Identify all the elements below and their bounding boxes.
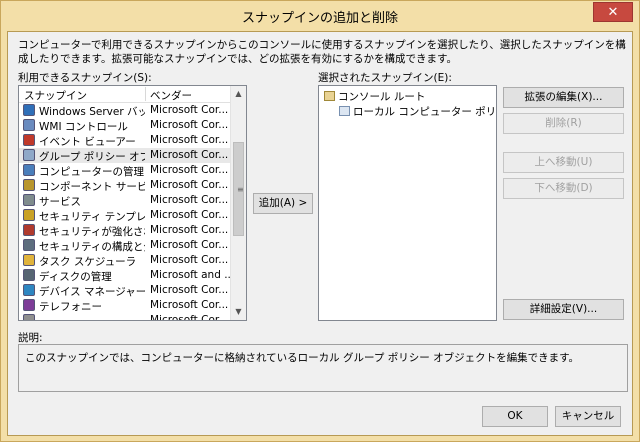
- snapin-vendor: Microsoft Cor...: [150, 104, 229, 116]
- table-row[interactable]: タスク スケジューラ Microsoft Cor...: [19, 253, 231, 268]
- table-row[interactable]: サービス Microsoft Cor...: [19, 193, 231, 208]
- policy-icon: [339, 106, 350, 116]
- snapin-name: セキュリティの構成と分析: [39, 241, 145, 253]
- advanced-button[interactable]: 詳細設定(V)...: [503, 299, 624, 320]
- snapin-vendor: Microsoft Cor...: [150, 239, 229, 251]
- wmi-icon: [23, 119, 35, 131]
- close-icon: ✕: [607, 4, 619, 20]
- selected-snapins-tree[interactable]: コンソール ルート ローカル コンピューター ポリシー: [318, 85, 497, 321]
- scroll-thumb[interactable]: ≡: [233, 142, 244, 236]
- title-bar[interactable]: スナップインの追加と削除 ✕: [1, 1, 639, 31]
- snapin-vendor: Microsoft Cor...: [150, 149, 229, 161]
- computer-management-icon: [23, 164, 35, 176]
- server-backup-icon: [23, 104, 35, 116]
- snapin-vendor: Microsoft Cor...: [150, 119, 229, 131]
- snapin-icon: [23, 314, 35, 320]
- snapin-name: デバイス マネージャー: [39, 286, 145, 298]
- snapin-vendor: Microsoft Cor...: [150, 134, 229, 146]
- table-row[interactable]: セキュリティが強化された ... Microsoft Cor...: [19, 223, 231, 238]
- window-title: スナップインの追加と削除: [241, 11, 398, 26]
- selected-snapins-label: 選択されたスナップイン(E):: [318, 72, 452, 84]
- snapin-name: ...: [39, 314, 50, 321]
- close-button[interactable]: ✕: [593, 2, 633, 22]
- description-box: このスナップインでは、コンピューターに格納されているローカル グループ ポリシー…: [18, 344, 628, 392]
- list-header: スナップイン ベンダー: [19, 86, 231, 103]
- tree-local-computer-policy[interactable]: ローカル コンピューター ポリシー: [339, 104, 496, 119]
- scroll-down-icon[interactable]: ▼: [231, 304, 246, 320]
- snapin-name: Windows Server バッ...: [39, 106, 145, 118]
- edit-extensions-button[interactable]: 拡張の編集(X)...: [503, 87, 624, 108]
- column-header-vendor[interactable]: ベンダー: [150, 88, 192, 103]
- move-up-button[interactable]: 上へ移動(U): [503, 152, 624, 173]
- column-header-snapin[interactable]: スナップイン: [24, 88, 87, 103]
- event-viewer-icon: [23, 134, 35, 146]
- tree-console-root[interactable]: コンソール ルート: [324, 89, 425, 104]
- snapin-name: コンピューターの管理: [39, 166, 144, 178]
- scroll-up-icon[interactable]: ▲: [231, 86, 246, 102]
- add-button[interactable]: 追加(A) >: [253, 193, 313, 214]
- security-config-icon: [23, 239, 35, 251]
- snapin-name: サービス: [39, 196, 81, 208]
- folder-icon: [324, 91, 335, 101]
- task-scheduler-icon: [23, 254, 35, 266]
- table-row[interactable]: グループ ポリシー オブジェ... Microsoft Cor...: [19, 148, 231, 163]
- disk-management-icon: [23, 269, 35, 281]
- table-row[interactable]: イベント ビューアー Microsoft Cor...: [19, 133, 231, 148]
- table-row[interactable]: Windows Server バッ... Microsoft Cor...: [19, 103, 231, 118]
- snapin-vendor: Microsoft Cor...: [150, 194, 229, 206]
- telephony-icon: [23, 299, 35, 311]
- snapin-name: セキュリティが強化された ...: [39, 226, 145, 238]
- firewall-icon: [23, 224, 35, 236]
- snapin-name: テレフォニー: [39, 301, 102, 313]
- snapin-vendor: Microsoft Cor...: [150, 224, 229, 236]
- snapin-name: セキュリティ テンプレート: [39, 211, 145, 223]
- snapin-name: タスク スケジューラ: [39, 256, 137, 268]
- table-row[interactable]: セキュリティの構成と分析 Microsoft Cor...: [19, 238, 231, 253]
- snapin-name: ディスクの管理: [39, 271, 112, 283]
- snapin-vendor: Microsoft and ...: [150, 269, 230, 281]
- available-snapins-label: 利用できるスナップイン(S):: [18, 72, 152, 84]
- snapin-vendor: Microsoft Cor...: [150, 209, 229, 221]
- table-row[interactable]: ディスクの管理 Microsoft and ...: [19, 268, 231, 283]
- list-scrollbar[interactable]: ▲ ≡ ▼: [230, 86, 246, 320]
- component-services-icon: [23, 179, 35, 191]
- table-row[interactable]: WMI コントロール Microsoft Cor...: [19, 118, 231, 133]
- description-text: このスナップインでは、コンピューターに格納されているローカル グループ ポリシー…: [25, 352, 580, 364]
- table-row[interactable]: テレフォニー Microsoft Cor...: [19, 298, 231, 313]
- snapin-vendor: Microsoft Cor...: [150, 254, 229, 266]
- snapin-name: WMI コントロール: [39, 121, 128, 133]
- snapin-vendor: Microsoft Cor...: [150, 179, 229, 191]
- table-row[interactable]: コンピューターの管理 Microsoft Cor...: [19, 163, 231, 178]
- snapin-dialog: スナップインの追加と削除 ✕ コンピューターで利用できるスナップインからこのコン…: [0, 0, 640, 442]
- device-manager-icon: [23, 284, 35, 296]
- dialog-body: コンピューターで利用できるスナップインからこのコンソールに使用するスナップインを…: [7, 31, 633, 436]
- description-label: 説明:: [18, 332, 43, 344]
- table-row[interactable]: デバイス マネージャー Microsoft Cor...: [19, 283, 231, 298]
- services-icon: [23, 194, 35, 206]
- ok-button[interactable]: OK: [482, 406, 548, 427]
- intro-text: コンピューターで利用できるスナップインからこのコンソールに使用するスナップインを…: [18, 39, 626, 65]
- snapin-name: コンポーネント サービス: [39, 181, 145, 193]
- available-snapins-list[interactable]: スナップイン ベンダー Windows Server バッ... Microsof…: [18, 85, 247, 321]
- remove-button[interactable]: 削除(R): [503, 113, 624, 134]
- snapin-vendor: Microsoft Cor...: [150, 284, 229, 296]
- snapin-name: グループ ポリシー オブジェ...: [39, 151, 145, 163]
- snapin-vendor: Microsoft Cor...: [150, 314, 229, 321]
- table-row[interactable]: セキュリティ テンプレート Microsoft Cor...: [19, 208, 231, 223]
- move-down-button[interactable]: 下へ移動(D): [503, 178, 624, 199]
- table-row[interactable]: ... Microsoft Cor...: [19, 313, 231, 321]
- security-template-icon: [23, 209, 35, 221]
- snapin-name: イベント ビューアー: [39, 136, 136, 148]
- snapin-vendor: Microsoft Cor...: [150, 299, 229, 311]
- snapin-vendor: Microsoft Cor...: [150, 164, 229, 176]
- table-row[interactable]: コンポーネント サービス Microsoft Cor...: [19, 178, 231, 193]
- cancel-button[interactable]: キャンセル: [555, 406, 621, 427]
- group-policy-icon: [23, 149, 35, 161]
